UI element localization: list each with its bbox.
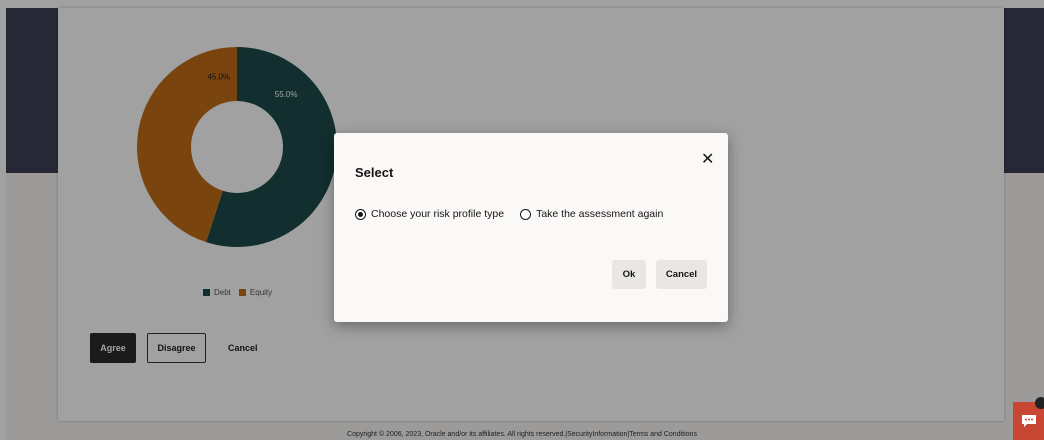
radio-assessment-label: Take the assessment again: [536, 208, 664, 220]
radio-risk-profile-label: Choose your risk profile type: [371, 208, 505, 220]
radio-unchecked-icon[interactable]: [520, 208, 532, 220]
option-radio-group: Choose your risk profile type Take the a…: [355, 208, 663, 220]
radio-checked-icon[interactable]: [355, 208, 366, 220]
dialog-title: Select: [355, 165, 394, 180]
close-icon[interactable]: ✕: [701, 152, 714, 168]
ok-button[interactable]: Ok: [612, 260, 646, 289]
select-dialog: Select ✕ Choose your risk profile type T…: [334, 133, 728, 322]
radio-risk-profile[interactable]: Choose your risk profile type: [355, 208, 504, 220]
radio-assessment[interactable]: Take the assessment again: [520, 208, 663, 220]
chat-icon: [1021, 415, 1036, 427]
dialog-cancel-button[interactable]: Cancel: [656, 260, 707, 289]
notification-dot: [1035, 397, 1044, 409]
